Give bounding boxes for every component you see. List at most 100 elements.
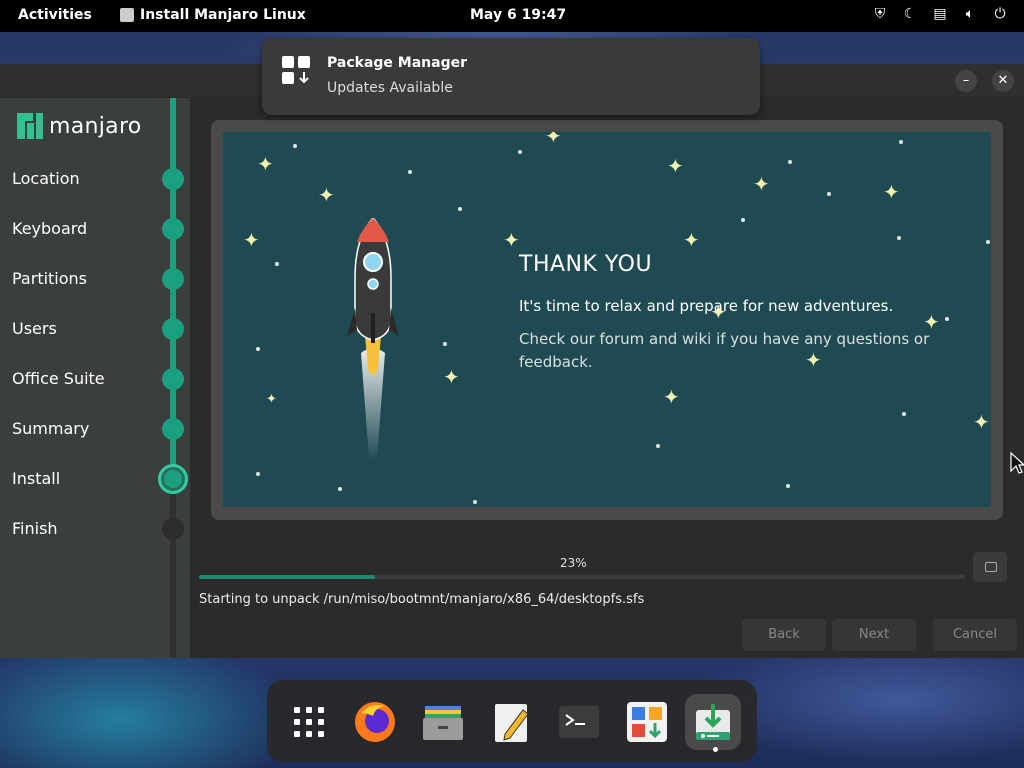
star-dot (788, 160, 792, 164)
next-button[interactable]: Next (832, 619, 916, 651)
star-dot (256, 472, 260, 476)
notification-title: Package Manager (327, 55, 467, 71)
step-finish: Finish (12, 514, 182, 544)
step-dot-done (162, 318, 184, 340)
step-install: Install (12, 464, 182, 494)
star-dot (899, 140, 903, 144)
star-icon: ✦ (973, 410, 990, 434)
power-icon[interactable]: ⏻ (992, 6, 1008, 22)
star-dot (443, 342, 447, 346)
cancel-button[interactable]: Cancel (933, 619, 1017, 651)
top-bar: Activities Install Manjaro Linux May 6 1… (0, 0, 1024, 32)
files-icon[interactable] (415, 694, 471, 750)
star-icon: ✦ (683, 228, 700, 252)
slide-title: THANK YOU (519, 252, 653, 277)
star-icon: ✦ (443, 365, 460, 389)
software-icon[interactable] (619, 694, 675, 750)
installer-icon[interactable] (685, 694, 741, 750)
running-indicator (713, 747, 718, 752)
progress-bar (199, 575, 965, 579)
rocket-icon (347, 218, 399, 461)
star-icon: ✦ (663, 385, 680, 409)
step-dot-done (162, 418, 184, 440)
star-dot (897, 236, 901, 240)
package-manager-icon (282, 56, 312, 86)
star-dot (827, 192, 831, 196)
step-summary: Summary (12, 414, 182, 444)
app-menu-label: Install Manjaro Linux (140, 7, 306, 23)
star-dot (458, 207, 462, 211)
close-button[interactable]: ✕ (992, 70, 1014, 92)
volume-icon[interactable]: 🔈︎ (962, 6, 978, 22)
moon-icon[interactable]: ☾ (902, 6, 918, 22)
step-dot-done (162, 218, 184, 240)
minimize-button[interactable]: – (955, 70, 977, 92)
slideshow-panel: ✦ ✦ ✦ ✦ ✦ ✦ ✦ ✦ ✦ ✦ ✦ ✦ ✦ ✦ ✦ ✦ THANK YO… (223, 132, 991, 507)
dock (267, 680, 757, 762)
star-dot (408, 170, 412, 174)
step-dot-done (162, 268, 184, 290)
step-label: Users (12, 319, 57, 338)
star-dot (786, 484, 790, 488)
star-dot (473, 500, 477, 504)
star-dot (338, 487, 342, 491)
toggle-log-button[interactable] (973, 552, 1007, 582)
step-label: Keyboard (12, 219, 88, 238)
app-menu[interactable]: Install Manjaro Linux (120, 7, 306, 23)
notification-banner[interactable]: Package Manager Updates Available (262, 38, 760, 115)
install-status-text: Starting to unpack /run/miso/bootmnt/man… (199, 592, 645, 607)
step-dot-current (158, 464, 188, 494)
manjaro-logo-icon (17, 113, 43, 139)
firefox-icon[interactable] (347, 694, 403, 750)
mouse-cursor-icon (1010, 452, 1024, 474)
log-icon (985, 562, 997, 572)
step-label: Finish (12, 519, 58, 538)
star-icon: ✦ (318, 183, 335, 207)
back-button[interactable]: Back (742, 619, 826, 651)
text-editor-icon[interactable] (483, 694, 539, 750)
star-icon: ✦ (667, 154, 684, 178)
slide-subtitle: It's time to relax and prepare for new a… (519, 297, 894, 315)
keyboard-icon[interactable]: ▤ (932, 6, 948, 22)
step-office-suite: Office Suite (12, 364, 182, 394)
step-label: Install (12, 469, 61, 488)
star-dot (986, 240, 990, 244)
steps-sidebar: manjaro Location Keyboard Partitions Use… (0, 98, 190, 658)
step-keyboard: Keyboard (12, 214, 182, 244)
star-dot (256, 347, 260, 351)
star-icon: ✦ (545, 132, 562, 148)
star-dot (293, 144, 297, 148)
star-dot (945, 317, 949, 321)
star-icon: ✦ (883, 180, 900, 204)
step-label: Summary (12, 419, 90, 438)
installer-window: – ✕ manjaro Location Keyboard Partitions… (0, 64, 1024, 658)
clock[interactable]: May 6 19:47 (470, 7, 566, 23)
progress-bar-fill (199, 575, 375, 579)
step-label: Location (12, 169, 80, 188)
step-users: Users (12, 314, 182, 344)
star-dot (518, 150, 522, 154)
step-label: Partitions (12, 269, 88, 288)
star-icon: ✦ (257, 152, 274, 176)
slideshow-frame: ✦ ✦ ✦ ✦ ✦ ✦ ✦ ✦ ✦ ✦ ✦ ✦ ✦ ✦ ✦ ✦ THANK YO… (211, 120, 1003, 520)
step-partitions: Partitions (12, 264, 182, 294)
star-icon: ✦ (753, 172, 770, 196)
step-dot-done (162, 168, 184, 190)
star-dot (656, 444, 660, 448)
step-dot-pending (162, 518, 184, 540)
system-tray[interactable]: ⛨ ☾ ▤ 🔈︎ ⏻ (872, 6, 1008, 22)
star-dot (275, 262, 279, 266)
slide-body: Check our forum and wiki if you have any… (519, 330, 930, 371)
terminal-icon[interactable] (551, 694, 607, 750)
shield-icon[interactable]: ⛨ (872, 6, 888, 22)
step-dot-done (162, 368, 184, 390)
step-location: Location (12, 164, 182, 194)
activities-button[interactable]: Activities (18, 7, 92, 23)
star-icon: ✦ (243, 228, 260, 252)
app-grid-icon[interactable] (281, 694, 337, 750)
notification-body: Updates Available (327, 80, 453, 96)
star-dot (741, 218, 745, 222)
star-icon: ✦ (266, 392, 277, 407)
installer-app-icon (120, 8, 134, 22)
star-icon: ✦ (503, 228, 520, 252)
